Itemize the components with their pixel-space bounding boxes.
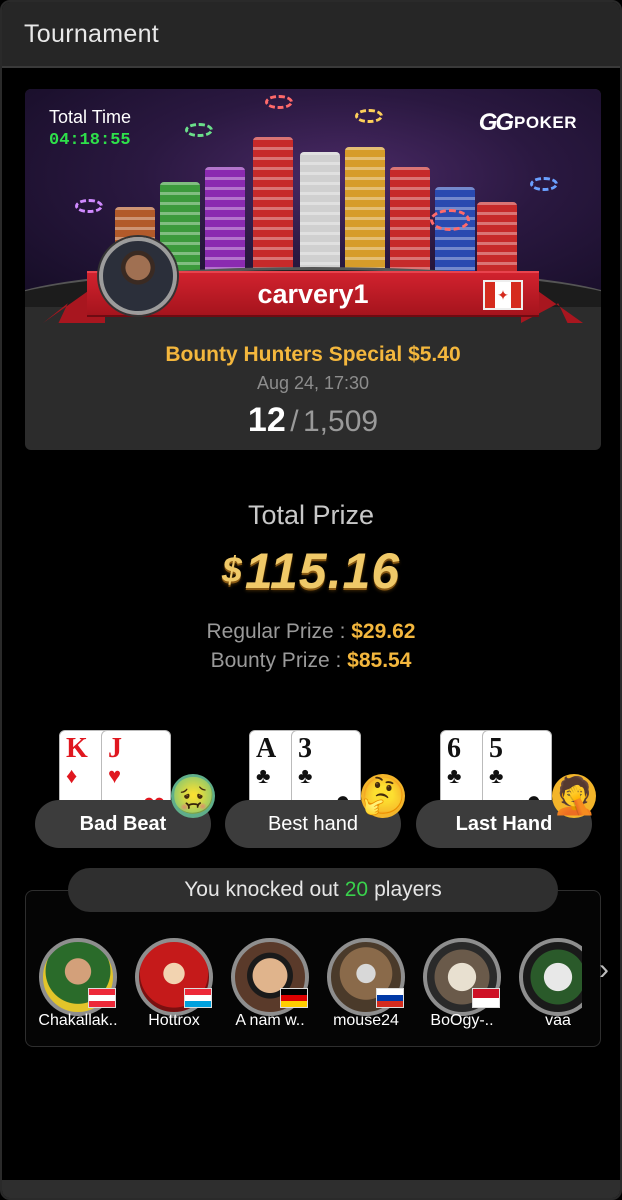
bounty-prize-label: Bounty Prize : [210,649,342,672]
knocked-player[interactable]: mouse24 [322,934,410,1038]
player-avatar [519,938,582,1016]
knocked-player[interactable]: BoOgy-.. [418,934,506,1038]
flag-canada-icon: ✦ [483,280,523,310]
flag-germany-icon [280,988,308,1008]
bounty-prize-row: Bounty Prize : $85.54 [2,649,620,673]
card-suit: ♣ [447,763,462,788]
knocked-out-players-list: Chakallak.. Hottrox A nam w.. mouse24 Bo… [34,934,582,1038]
regular-prize-label: Regular Prize : [206,620,346,643]
bounty-prize-amount: $85.54 [347,649,412,672]
regular-prize-row: Regular Prize : $29.62 [2,620,620,644]
logo-poker: POKER [514,113,577,132]
knockouts-header: You knocked out 20 players [68,868,558,912]
flying-chip [185,123,213,137]
flag-indonesia-icon [472,988,500,1008]
total-time-value: 04:18:55 [49,131,131,150]
currency-symbol: $ [221,549,243,590]
place-separator: / [290,405,299,438]
last-hand[interactable]: 6 ♣ 5 ♣ ♣ Last Hand 🤦 [416,730,597,850]
tournament-name: Bounty Hunters Special $5.40 [165,343,461,366]
card-rank: K [66,733,88,764]
knocked-player[interactable]: Chakallak.. [34,934,122,1038]
username: carvery1 [257,278,369,309]
chip-stack [477,202,517,277]
sick-face-icon: 🤢 [171,774,216,818]
flying-chip [75,199,103,213]
card-rank: J [108,733,122,764]
player-name: A nam w.. [235,1012,305,1029]
card-suit: ♣ [489,763,504,788]
finish-place: 12 [247,401,286,439]
card-rank: 5 [489,733,503,764]
card-suit: ♣ [256,763,271,788]
player-name: mouse24 [333,1012,399,1029]
total-prize-label: Total Prize [247,500,375,530]
flying-chip [530,177,558,191]
knocked-player[interactable]: Hottrox [130,934,218,1038]
player-name: vaa [545,1012,571,1029]
window-title: Tournament [24,19,160,48]
ggpoker-logo: GG POKER [479,109,577,137]
knockouts-suffix: players [374,878,442,901]
card-rank: 6 [447,733,461,764]
chip-stack [205,167,245,277]
card-suit: ♦ [66,763,78,788]
flag-luxembourg-icon [184,988,212,1008]
card-rank: 3 [298,733,312,764]
tournament-result-card: Total Time 04:18:55 GG POKER carvery1 ✦ … [25,89,601,450]
thinking-face-icon: 🤔 [361,774,406,818]
flying-chip [430,209,470,231]
player-name: Hottrox [148,1012,200,1029]
chip-stack [390,167,430,277]
knocked-player[interactable]: A nam w.. [226,934,314,1038]
bad-beat-hand[interactable]: K ♦ J ♥ ♥ Bad Beat 🤢 [35,730,216,850]
card-suit: ♥ [108,763,122,788]
bottom-bar [2,1180,620,1198]
total-prize-value: 115.16 [244,543,401,599]
player-avatar[interactable] [99,237,177,315]
player-name: BoOgy-.. [430,1012,494,1029]
total-time-label: Total Time [49,107,132,127]
knockouts-prefix: You knocked out [184,878,339,901]
chip-stack [253,137,293,277]
title-bar: Tournament [2,2,620,68]
card-rank: A [256,733,277,764]
chip-stack [435,187,475,277]
knocked-player[interactable]: vaa [514,934,582,1038]
chip-stack [300,152,340,277]
logo-gg: GG [478,109,514,136]
flying-chip [265,95,293,109]
finish-position: 12 / 1,509 [25,401,601,440]
chip-stack [345,147,385,277]
flag-austria-icon [88,988,116,1008]
player-name: Chakallak.. [38,1012,118,1029]
card-suit: ♣ [298,763,313,788]
tournament-window: Tournament Total Time 04:18:55 GG POKER … [0,0,622,1200]
tournament-date: Aug 24, 17:30 [256,373,370,393]
best-hand[interactable]: A ♣ 3 ♣ ♣ Best hand 🤔 [225,730,406,850]
facepalm-face-icon: 🤦 [552,774,597,818]
flag-russia-icon [376,988,404,1008]
regular-prize-amount: $29.62 [351,620,416,643]
flying-chip [355,109,383,123]
total-prize-amount: $115.16 [2,542,620,600]
field-size: 1,509 [303,405,379,438]
chevron-right-icon[interactable]: › [592,950,616,990]
knockouts-count: 20 [344,878,369,901]
